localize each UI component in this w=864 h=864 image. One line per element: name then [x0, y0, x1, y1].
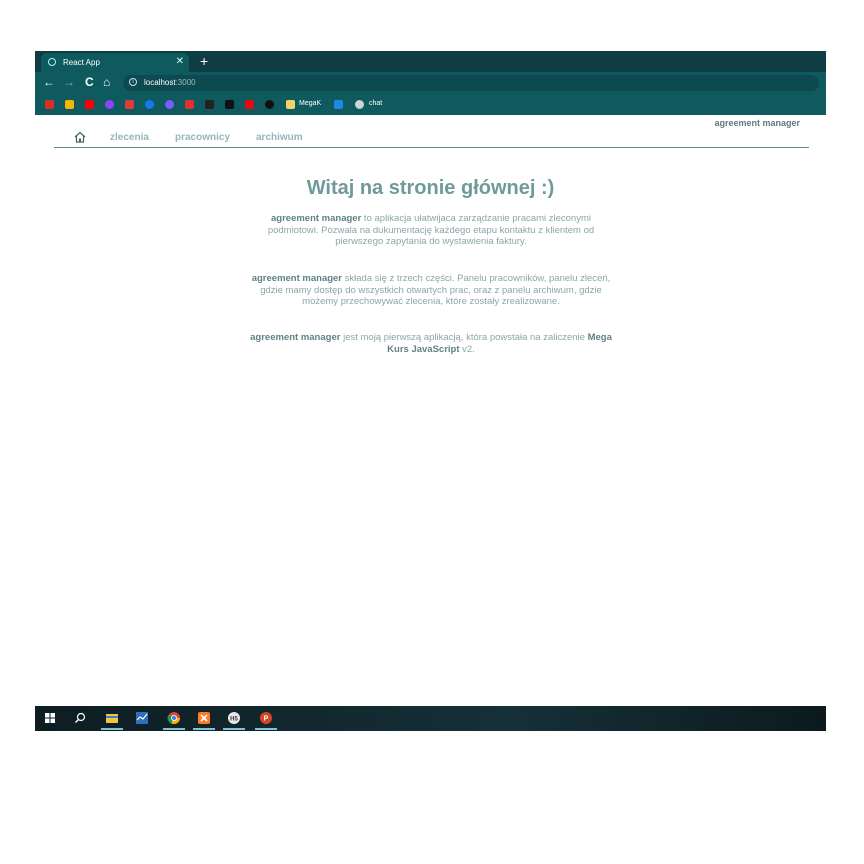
reload-icon[interactable]: C: [85, 75, 94, 89]
close-icon[interactable]: ✕: [176, 56, 184, 67]
tab-title: React App: [63, 58, 100, 67]
screen: React App ✕ + ← → C ⌂ i localhost:3000 M…: [35, 51, 826, 731]
browser-tab-strip: React App ✕ +: [35, 51, 826, 72]
brand-title: agreement manager: [714, 118, 800, 128]
taskbar-active-indicator: [223, 728, 245, 730]
chrome-icon[interactable]: [167, 711, 181, 725]
browser-tab[interactable]: React App ✕: [41, 53, 189, 72]
browser-toolbar: ← → C ⌂ i localhost:3000: [35, 72, 826, 94]
nav-link-zlecenia[interactable]: zlecenia: [110, 132, 149, 143]
powerpoint-icon[interactable]: P: [259, 711, 273, 725]
svg-text:P: P: [264, 716, 269, 723]
app-name-bold: agreement manager: [250, 332, 341, 343]
app-name-bold: agreement manager: [271, 213, 362, 224]
intro-paragraph-2: agreement manager składa się z trzech cz…: [245, 273, 617, 308]
nav-divider: [54, 147, 809, 148]
task-manager-icon[interactable]: [135, 711, 149, 725]
bookmarks-bar: MegaK chat: [35, 94, 826, 115]
paragraph-tail: v2.: [459, 343, 475, 355]
file-explorer-icon[interactable]: [105, 711, 119, 725]
folder-icon: [286, 100, 295, 109]
youtube-icon[interactable]: [85, 100, 94, 109]
taskbar: H5 P: [35, 706, 826, 731]
html5-icon[interactable]: H5: [227, 711, 241, 725]
info-icon[interactable]: i: [129, 78, 137, 86]
spark-icon[interactable]: [225, 100, 234, 109]
podcast-icon[interactable]: [105, 100, 114, 109]
paragraph-text: jest moją pierwszą aplikacją, która pows…: [340, 332, 588, 343]
taskbar-active-indicator: [101, 728, 123, 730]
gmail-icon[interactable]: [45, 100, 54, 109]
bookmark-megak[interactable]: MegaK: [299, 100, 321, 107]
back-icon[interactable]: ←: [43, 75, 55, 89]
home-icon[interactable]: [74, 131, 86, 143]
url-text: localhost:3000: [144, 78, 196, 87]
xampp-icon[interactable]: [197, 711, 211, 725]
windows-start-icon[interactable]: [43, 711, 57, 725]
taskbar-active-indicator: [163, 728, 185, 730]
messenger-icon[interactable]: [165, 100, 174, 109]
taskbar-active-indicator: [255, 728, 277, 730]
app-icon[interactable]: [205, 100, 214, 109]
nav-link-pracownicy[interactable]: pracownicy: [175, 132, 230, 143]
flag-icon[interactable]: [125, 100, 134, 109]
nav-link-archiwum[interactable]: archiwum: [256, 132, 303, 143]
address-bar[interactable]: i localhost:3000: [123, 75, 819, 91]
app-name-bold: agreement manager: [251, 273, 343, 284]
page: agreement manager zlecenia pracownicy ar…: [35, 115, 826, 706]
url-port: :3000: [175, 78, 196, 87]
svg-text:H5: H5: [230, 717, 238, 723]
bookmark-chat[interactable]: chat: [369, 100, 382, 107]
netflix-icon[interactable]: [245, 100, 254, 109]
drive-icon[interactable]: [65, 100, 74, 109]
search-icon[interactable]: [73, 711, 87, 725]
url-host: localhost: [144, 78, 176, 87]
globe-icon: [355, 100, 364, 109]
forward-icon[interactable]: →: [63, 75, 75, 89]
facebook-icon[interactable]: [145, 100, 154, 109]
intro-paragraph-1: agreement manager to aplikacja ułatwijac…: [245, 213, 617, 248]
github-icon[interactable]: [265, 100, 274, 109]
k-icon[interactable]: [185, 100, 194, 109]
intro-paragraph-3: agreement manager jest moją pierwszą apl…: [245, 332, 617, 355]
page-title: Witaj na stronie głównej :): [306, 177, 555, 199]
taskbar-active-indicator: [193, 728, 215, 730]
home-button-icon[interactable]: ⌂: [103, 75, 110, 89]
react-icon: [48, 58, 56, 66]
new-tab-button[interactable]: +: [200, 53, 208, 69]
trello-icon[interactable]: [334, 100, 343, 109]
